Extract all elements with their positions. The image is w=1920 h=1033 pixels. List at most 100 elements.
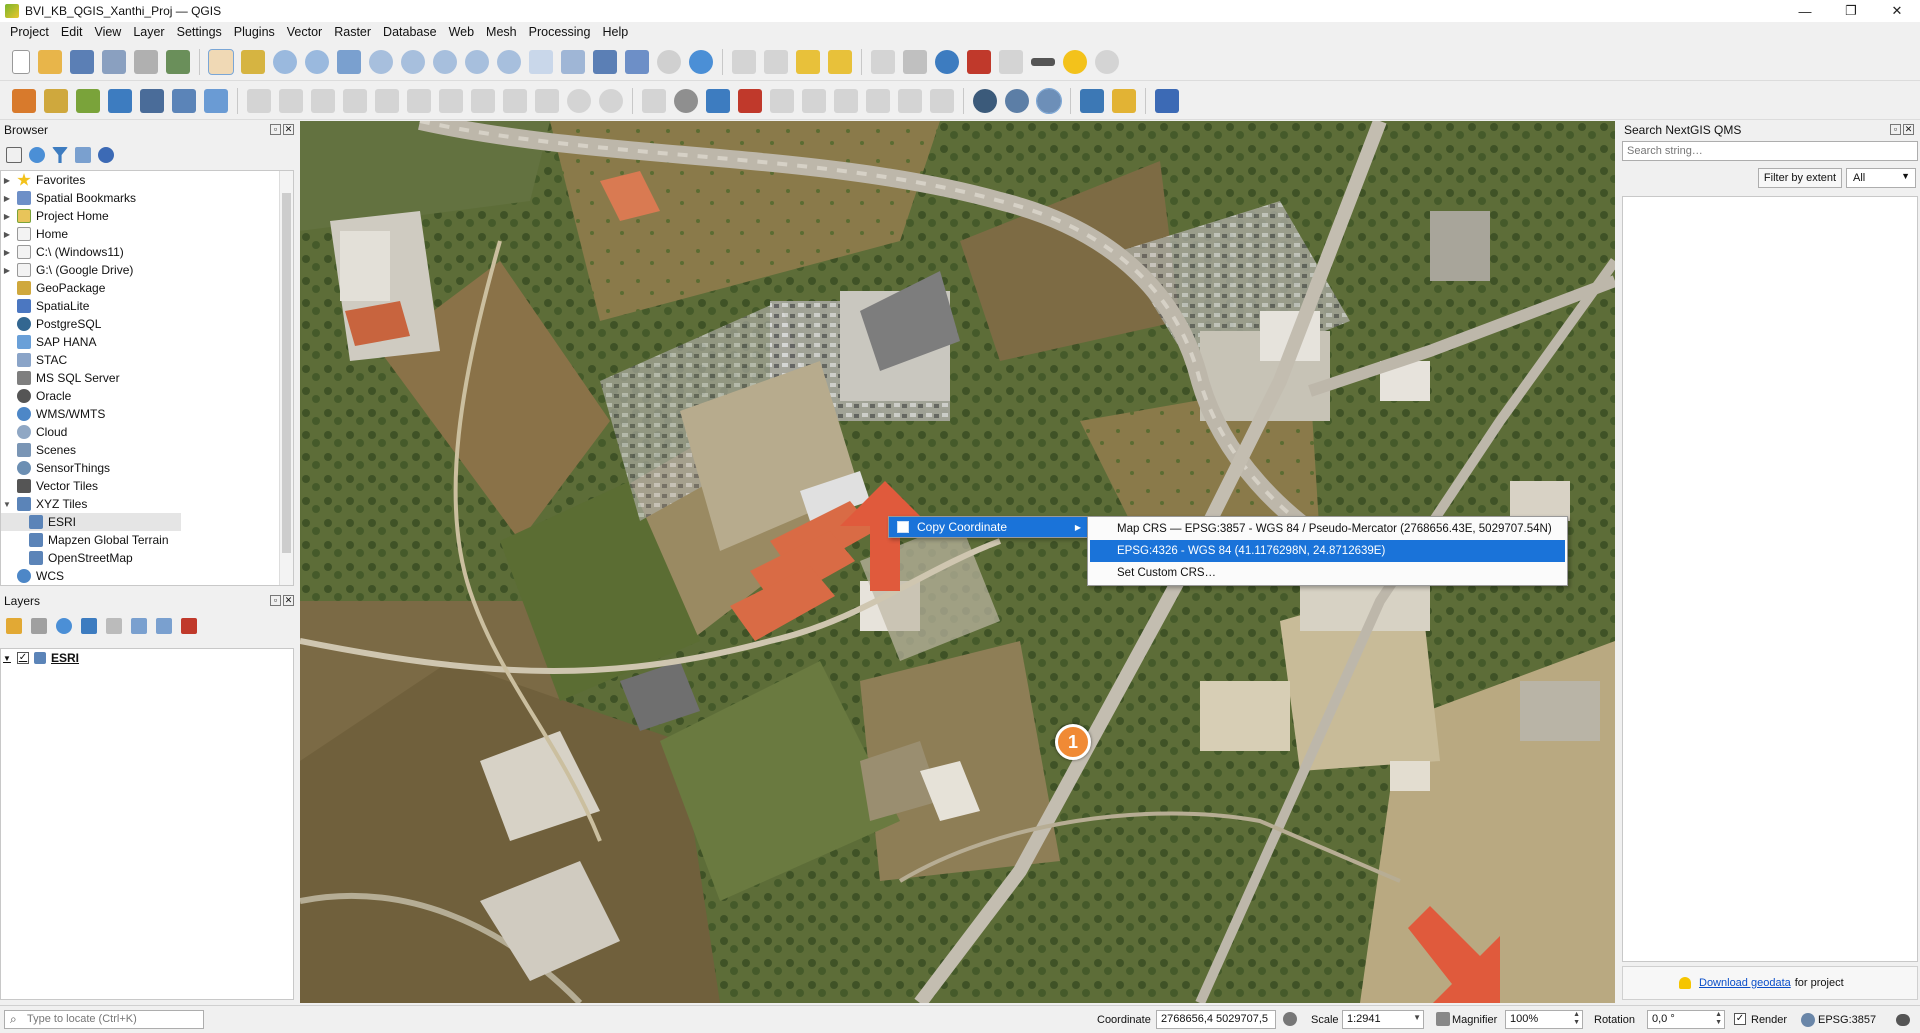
expand-arrow-icon[interactable]: ▶ xyxy=(1,212,13,221)
browser-item-project-home[interactable]: ▶ Project Home xyxy=(1,207,293,225)
zoom-last-icon[interactable] xyxy=(465,49,489,74)
add-vector-tile-layer-icon[interactable] xyxy=(204,88,228,113)
new-project-icon[interactable] xyxy=(12,49,30,74)
download-geodata-link[interactable]: Download geodata xyxy=(1699,977,1791,989)
new-temporary-layer-icon[interactable] xyxy=(108,88,132,113)
layer-item-esri[interactable]: ▼ ✓ ESRI xyxy=(1,649,293,667)
menu-web[interactable]: Web xyxy=(443,25,480,39)
expand-arrow-icon[interactable]: ▶ xyxy=(1,176,13,185)
style-manager-icon[interactable] xyxy=(166,49,190,74)
scrollbar-thumb[interactable] xyxy=(282,193,291,553)
browser-item-mssql[interactable]: MS SQL Server xyxy=(1,369,293,387)
spinner-arrows-icon[interactable]: ▲ ▼ xyxy=(1573,1011,1580,1027)
qms-results-list[interactable] xyxy=(1622,196,1918,962)
identify-features-icon[interactable] xyxy=(871,49,895,74)
current-edits-icon[interactable] xyxy=(247,88,271,113)
expand-arrow-icon[interactable]: ▶ xyxy=(1,194,13,203)
rotation-field[interactable]: 0,0 ° ▲ ▼ xyxy=(1647,1010,1725,1029)
plugin-icon[interactable] xyxy=(1112,88,1136,113)
zoom-to-layer-icon[interactable] xyxy=(401,49,425,74)
collapse-all-icon[interactable] xyxy=(75,147,91,163)
coordinate-field[interactable]: 2768656,4 5029707,5 xyxy=(1156,1010,1276,1029)
label-toolbar-icon[interactable] xyxy=(642,88,666,113)
temporal-controller-icon[interactable] xyxy=(657,49,681,74)
browser-item-stac[interactable]: STAC xyxy=(1,351,293,369)
data-source-manager-icon[interactable] xyxy=(12,88,36,113)
pan-to-selection-icon[interactable] xyxy=(241,49,265,74)
measure-line-icon[interactable] xyxy=(1031,57,1055,66)
info-icon[interactable] xyxy=(98,147,114,163)
label-abc-icon[interactable] xyxy=(738,88,762,113)
locator-input[interactable]: ⌕ Type to locate (Ctrl+K) xyxy=(4,1010,204,1029)
browser-item-favorites[interactable]: ▶ Favorites xyxy=(1,171,293,189)
select-by-value-icon[interactable] xyxy=(764,49,788,74)
copy-features-icon[interactable] xyxy=(503,88,527,113)
expand-arrow-icon[interactable]: ▶ xyxy=(1,266,13,275)
browser-item-spatial-bookmarks[interactable]: ▶ Spatial Bookmarks xyxy=(1,189,293,207)
browser-item-openstreetmap[interactable]: OpenStreetMap xyxy=(1,549,293,567)
new-geopackage-layer-icon[interactable] xyxy=(44,88,68,113)
add-xyz-layer-icon[interactable] xyxy=(172,88,196,113)
zoom-next-icon[interactable] xyxy=(497,49,521,74)
browser-item-wcs[interactable]: WCS xyxy=(1,567,293,585)
refresh-icon[interactable] xyxy=(29,147,45,163)
menu-raster[interactable]: Raster xyxy=(328,25,377,39)
deselect-features-icon[interactable] xyxy=(796,49,820,74)
browser-item-xyz-tiles[interactable]: ▼ XYZ Tiles xyxy=(1,495,293,513)
close-panel-icon[interactable]: ✕ xyxy=(1903,124,1914,135)
show-hide-labels-icon[interactable] xyxy=(834,88,858,113)
highlight-pinned-labels-icon[interactable] xyxy=(770,88,794,113)
menu-processing[interactable]: Processing xyxy=(523,25,597,39)
new-3d-map-view-icon[interactable] xyxy=(561,49,585,74)
float-panel-icon[interactable]: ▫ xyxy=(1890,124,1901,135)
expand-all-icon[interactable] xyxy=(131,618,147,634)
python-console-icon[interactable] xyxy=(1080,88,1104,113)
expand-arrow-icon[interactable]: ▶ xyxy=(1,230,13,239)
browser-item-vector-tiles[interactable]: Vector Tiles xyxy=(1,477,293,495)
redo-icon[interactable] xyxy=(599,88,623,113)
copy-coordinate-menu-item[interactable]: Copy Coordinate ▶ xyxy=(889,517,1087,537)
browser-item-oracle[interactable]: Oracle xyxy=(1,387,293,405)
menu-settings[interactable]: Settings xyxy=(171,25,228,39)
browser-item-c-drive[interactable]: ▶ C:\ (Windows11) xyxy=(1,243,293,261)
new-spatial-bookmark-icon[interactable] xyxy=(593,49,617,74)
browser-item-geopackage[interactable]: GeoPackage xyxy=(1,279,293,297)
browser-item-spatialite[interactable]: SpatiaLite xyxy=(1,297,293,315)
remove-layer-icon[interactable] xyxy=(181,618,197,634)
browser-item-scenes[interactable]: Scenes xyxy=(1,441,293,459)
undo-icon[interactable] xyxy=(567,88,591,113)
layer-labeling-icon[interactable] xyxy=(706,88,730,113)
show-bookmarks-icon[interactable] xyxy=(625,49,649,74)
save-as-icon[interactable] xyxy=(102,49,126,74)
expand-arrow-icon[interactable]: ▶ xyxy=(1,248,13,257)
browser-item-cloud[interactable]: Cloud xyxy=(1,423,293,441)
browser-item-sensorthings[interactable]: SensorThings xyxy=(1,459,293,477)
layer-visibility-checkbox[interactable]: ✓ xyxy=(17,652,29,664)
browser-item-sap-hana[interactable]: SAP HANA xyxy=(1,333,293,351)
statistics-sigma-icon[interactable] xyxy=(967,49,991,74)
zoom-native-icon[interactable] xyxy=(433,49,457,74)
render-checkbox[interactable]: ✓ xyxy=(1734,1013,1746,1025)
manage-themes-icon[interactable] xyxy=(56,618,72,634)
layer-expander-icon[interactable]: ▼ xyxy=(1,654,13,663)
zoom-to-selection-icon[interactable] xyxy=(369,49,393,74)
rotate-label-icon[interactable] xyxy=(898,88,922,113)
map-tips-icon[interactable] xyxy=(1063,49,1087,74)
move-label-icon[interactable] xyxy=(866,88,890,113)
vertex-tool-icon[interactable] xyxy=(375,88,399,113)
qms-search-input[interactable]: Search string… xyxy=(1622,141,1918,161)
filter-legend-icon[interactable] xyxy=(81,618,97,634)
menu-view[interactable]: View xyxy=(88,25,127,39)
paste-features-icon[interactable] xyxy=(535,88,559,113)
spinner-arrows-icon[interactable]: ▲ ▼ xyxy=(1715,1011,1722,1027)
save-layer-edits-icon[interactable] xyxy=(311,88,335,113)
layer-styling-icon[interactable] xyxy=(6,618,22,634)
new-map-view-icon[interactable] xyxy=(529,49,553,74)
label-pin-icon[interactable] xyxy=(674,88,698,113)
menu-help[interactable]: Help xyxy=(596,25,634,39)
copy-map-crs-item[interactable]: Map CRS — EPSG:3857 - WGS 84 / Pseudo-Me… xyxy=(1090,518,1565,540)
collapse-arrow-icon[interactable]: ▼ xyxy=(1,500,13,509)
browser-item-g-drive[interactable]: ▶ G:\ (Google Drive) xyxy=(1,261,293,279)
filter-by-extent-button[interactable]: Filter by extent xyxy=(1758,168,1842,188)
new-virtual-layer-icon[interactable] xyxy=(140,88,164,113)
